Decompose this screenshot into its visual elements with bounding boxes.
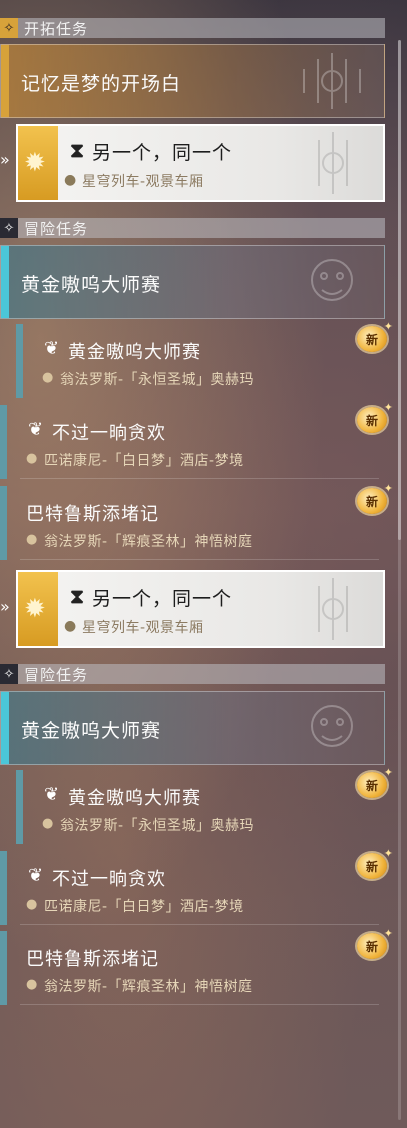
quest-accent-bar [16,324,23,398]
quest-accent-bar [0,931,7,1005]
quest-location: 翁法罗斯-「永恒圣城」奥赫玛 [60,372,255,388]
quest-divider [20,1004,379,1005]
active-quest-pointer-icon: » [0,597,10,616]
sparkle-icon: ✦ [383,927,393,940]
adventure-star-icon: ✧ [0,218,18,238]
new-badge: 新 ✦ [357,482,393,514]
quest-location: 翁法罗斯-「辉痕圣林」神悟树庭 [44,979,253,995]
adventure-chapter-card[interactable]: 黄金嗷呜大师赛 [0,245,385,319]
location-pin-icon: ● [26,532,38,547]
quest-accent-bar [16,770,23,844]
sparkle-icon: ✦ [383,401,393,414]
adventure-quest-icon: ❦ [44,784,60,805]
quest-location: 翁法罗斯-「辉痕圣林」神悟树庭 [44,534,253,550]
adventure-chapter-accent [1,246,9,318]
trailblaze-chapter-accent [1,45,9,117]
quest-location: 翁法罗斯-「永恒圣城」奥赫玛 [60,818,255,834]
adventure-chapter-card[interactable]: 黄金嗷呜大师赛 [0,691,385,765]
trailblaze-star-icon: ✧ [0,18,18,38]
quest-title: 巴特鲁斯添堵记 [26,504,159,525]
quest-title: 不过一晌贪欢 [52,423,166,444]
quest-item[interactable]: ❦ 黄金嗷呜大师赛 ● 翁法罗斯-「永恒圣城」奥赫玛 新 ✦ [16,320,393,398]
quest-accent-bar [0,405,7,479]
sparkle-icon: ✦ [383,482,393,495]
location-pin-icon: ● [64,172,77,188]
adventure-chapter-accent [1,692,9,764]
mascot-emblem-icon [311,259,353,301]
quest-title: 黄金嗷呜大师赛 [68,342,201,363]
quest-accent-bar [0,851,7,925]
scrollbar-thumb[interactable] [398,40,401,540]
trailblaze-section-label: 开拓任务 [24,19,89,38]
new-badge: 新 ✦ [357,320,393,352]
new-badge: 新 ✦ [357,927,393,959]
quest-title: 黄金嗷呜大师赛 [68,788,201,809]
trailblaze-emblem-icon: ✹ [24,148,46,178]
active-quest-pointer-icon: » [0,150,10,169]
quest-title: 不过一晌贪欢 [52,869,166,890]
card-emblem-icon [318,578,348,640]
sparkle-icon: ✦ [383,766,393,779]
quest-item[interactable]: ❦ 不过一晌贪欢 ● 匹诺康尼-「白日梦」酒店-梦境 新 ✦ [0,401,393,479]
quest-item[interactable]: 巴特鲁斯添堵记 ● 翁法罗斯-「辉痕圣林」神悟树庭 新 ✦ [0,927,393,1005]
trailblaze-chapter-card[interactable]: 记忆是梦的开场白 [0,44,385,118]
adventure-quest-icon: ❦ [44,338,60,359]
quest-divider [20,924,379,925]
active-quest-card[interactable]: ✹ ⧗ 另一个，同一个 ● 星穹列车-观景车厢 [16,570,385,648]
location-pin-icon: ● [26,451,38,466]
adventure-chapter-title: 黄金嗷呜大师赛 [21,720,162,742]
trailblaze-chapter-title: 记忆是梦的开场白 [21,73,182,95]
adventure-section-header: ✧ 冒险任务 [0,218,385,238]
adventure-chapter-title: 黄金嗷呜大师赛 [21,274,162,296]
location-pin-icon: ● [42,370,54,385]
quest-title: 巴特鲁斯添堵记 [26,949,159,970]
adventure-quest-icon: ❦ [28,419,44,440]
sparkle-icon: ✦ [383,320,393,333]
location-pin-icon: ● [64,618,77,634]
active-quest-title: 另一个，同一个 [92,588,233,610]
location-pin-icon: ● [42,816,54,831]
location-pin-icon: ● [26,977,38,992]
quest-item[interactable]: 巴特鲁斯添堵记 ● 翁法罗斯-「辉痕圣林」神悟树庭 新 ✦ [0,482,393,560]
active-quest-title: 另一个，同一个 [92,142,233,164]
sparkle-icon: ✦ [383,847,393,860]
trailblaze-section-header: ✧ 开拓任务 [0,18,385,38]
active-quest-location: 星穹列车-观景车厢 [82,174,204,190]
adventure-section-label: 冒险任务 [24,665,89,684]
new-badge: 新 ✦ [357,766,393,798]
location-pin-icon: ● [26,897,38,912]
quest-item[interactable]: ❦ 黄金嗷呜大师赛 ● 翁法罗斯-「永恒圣城」奥赫玛 新 ✦ [16,766,393,844]
hourglass-icon: ⧗ [70,138,85,162]
trailblaze-emblem-icon: ✹ [24,594,46,624]
new-badge: 新 ✦ [357,847,393,879]
quest-location: 匹诺康尼-「白日梦」酒店-梦境 [44,899,244,915]
hourglass-icon: ⧗ [70,584,85,608]
adventure-section-label: 冒险任务 [24,219,89,238]
active-quest-card[interactable]: ✹ ⧗ 另一个，同一个 ● 星穹列车-观景车厢 [16,124,385,202]
adventure-quest-icon: ❦ [28,865,44,886]
new-badge: 新 ✦ [357,401,393,433]
quest-divider [20,478,379,479]
adventure-section-header: ✧ 冒险任务 [0,664,385,684]
trailblaze-emblem-icon [303,53,361,109]
active-quest-location: 星穹列车-观景车厢 [82,620,204,636]
quest-divider [20,559,379,560]
quest-item[interactable]: ❦ 不过一晌贪欢 ● 匹诺康尼-「白日梦」酒店-梦境 新 ✦ [0,847,393,925]
quest-location: 匹诺康尼-「白日梦」酒店-梦境 [44,453,244,469]
adventure-star-icon: ✧ [0,664,18,684]
quest-accent-bar [0,486,7,560]
card-emblem-icon [318,132,348,194]
mascot-emblem-icon [311,705,353,747]
